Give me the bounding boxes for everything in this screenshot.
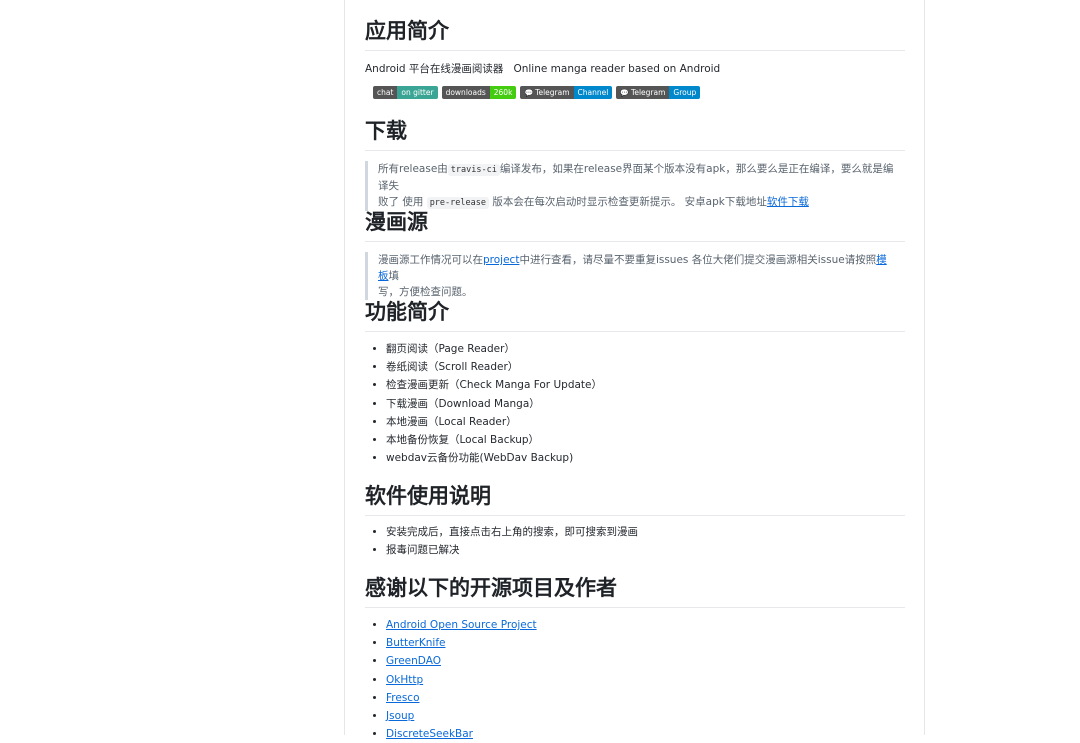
link-okhttp[interactable]: OkHttp [386,674,423,686]
thanks-list: Android Open Source Project ButterKnife … [365,616,906,743]
intro-desc-en: Online manga reader based on Android [513,63,721,75]
badge-telegram-channel[interactable]: 💬 Telegram Channel [520,86,613,99]
badge-tg-group-right: Group [669,86,701,99]
project-link[interactable]: project [483,254,519,266]
link-aosp[interactable]: Android Open Source Project [386,619,537,631]
badge-downloads-right: 260k [489,86,517,99]
badge-tg-group-left: Telegram [631,88,666,97]
list-item: Fresco [386,689,906,707]
list-item: webdav云备份功能(WebDav Backup) [386,449,906,467]
source-quote: 漫画源工作情况可以在project中进行查看，请尽量不要重复issues 各位大… [365,252,895,300]
source-text-2: 中进行查看，请尽量不要重复issues 各位大佬们提交漫画源相关issue请按照 [519,254,877,266]
badge-row: chat on gitter downloads 260k 💬 Telegram … [373,86,701,99]
list-item: 翻页阅读（Page Reader） [386,340,906,358]
badge-gitter[interactable]: chat on gitter [373,86,438,99]
link-greendao[interactable]: GreenDAO [386,655,441,667]
list-item: 安装完成后，直接点击右上角的搜索，即可搜索到漫画 [386,523,906,541]
list-item: 下载漫画（Download Manga） [386,395,906,413]
intro-description: Android 平台在线漫画阅读器 Online manga reader ba… [365,61,720,77]
list-item: 报毒问题已解决 [386,541,906,559]
list-item: 本地备份恢复（Local Backup） [386,431,906,449]
chat-bubble-icon: 💬 [524,89,534,97]
list-item: 卷纸阅读（Scroll Reader） [386,358,906,376]
chat-bubble-icon: 💬 [620,89,630,97]
badge-downloads[interactable]: downloads 260k [441,86,517,99]
heading-thanks: 感谢以下的开源项目及作者 [365,575,905,608]
code-pre-release: pre-release [426,197,489,209]
badge-gitter-right: on gitter [397,86,438,99]
link-butterknife[interactable]: ButterKnife [386,637,445,649]
list-item: ButterKnife [386,634,906,652]
list-item: 本地漫画（Local Reader） [386,413,906,431]
heading-usage: 软件使用说明 [365,483,905,516]
heading-intro: 应用简介 [365,18,905,51]
readme-page: 应用简介 Android 平台在线漫画阅读器 Online manga read… [344,0,925,740]
download-text-3: 败了 使用 [378,196,424,208]
link-jsoup[interactable]: Jsoup [386,710,414,722]
badge-gitter-left: chat [373,86,398,99]
heading-download: 下载 [365,118,905,151]
badge-tg-channel-left: Telegram [535,88,570,97]
intro-desc-cn: Android 平台在线漫画阅读器 [365,63,504,75]
link-fresco[interactable]: Fresco [386,692,420,704]
source-text-3: 填 [388,270,400,282]
source-text-4: 写，方便检查问题。 [378,286,473,298]
heading-features: 功能简介 [365,299,905,332]
features-list: 翻页阅读（Page Reader） 卷纸阅读（Scroll Reader） 检查… [365,340,906,467]
list-item: Jsoup [386,707,906,725]
badge-tg-channel-right: Channel [573,86,613,99]
badge-downloads-left: downloads [441,86,490,99]
download-quote: 所有release由 travis-ci 编译发布，如果在release界面某个版本… [365,161,895,211]
list-item: 检查漫画更新（Check Manga For Update） [386,376,906,394]
list-item: DiscreteSeekBar [386,725,906,743]
list-item: OkHttp [386,671,906,689]
badge-telegram-group[interactable]: 💬 Telegram Group [616,86,701,99]
software-download-link[interactable]: 软件下载 [767,196,809,208]
download-text-1: 所有release由 [378,163,448,175]
link-discreteseekbar[interactable]: DiscreteSeekBar [386,728,473,740]
usage-list: 安装完成后，直接点击右上角的搜索，即可搜索到漫画 报毒问题已解决 [365,523,906,559]
code-travis-ci: travis-ci [447,164,500,176]
list-item: Android Open Source Project [386,616,906,634]
source-text-1: 漫画源工作情况可以在 [378,254,483,266]
heading-source: 漫画源 [365,209,905,242]
download-text-4: 版本会在每次启动时显示检查更新提示。 安卓apk下载地址 [492,196,767,208]
list-item: GreenDAO [386,652,906,670]
